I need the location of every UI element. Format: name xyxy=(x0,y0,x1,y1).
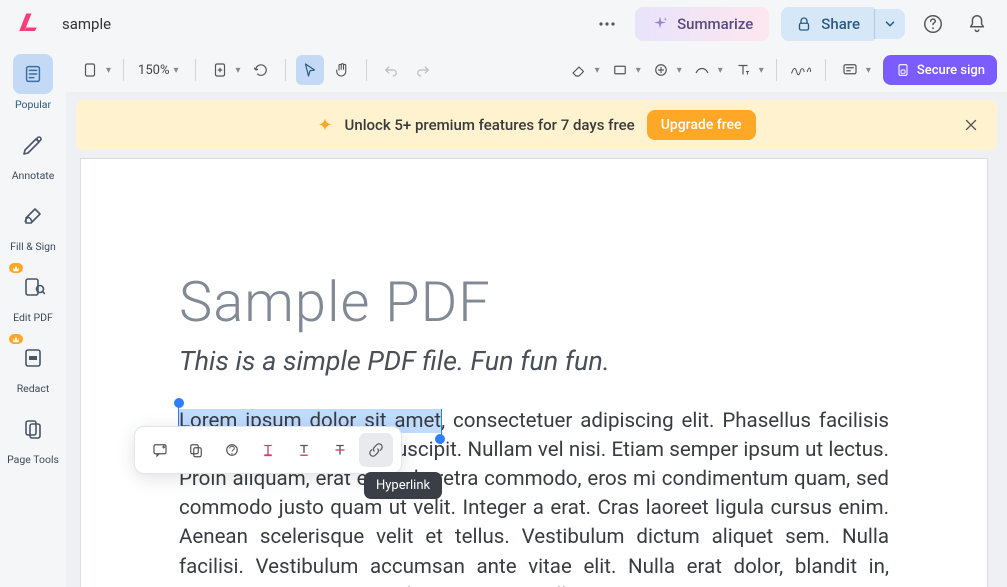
comment-icon[interactable] xyxy=(836,55,864,85)
bell-icon[interactable] xyxy=(961,8,993,40)
zoom-select[interactable]: 150% ▾ xyxy=(134,63,184,78)
comment-icon[interactable] xyxy=(143,433,177,467)
logo-icon[interactable] xyxy=(14,10,42,38)
pan-tool-icon[interactable] xyxy=(328,55,356,85)
page: Sample PDF This is a simple PDF file. Fu… xyxy=(80,158,988,587)
chevron-down-icon[interactable]: ▾ xyxy=(864,65,873,76)
highlight-icon[interactable] xyxy=(251,433,285,467)
popular-icon xyxy=(22,63,44,85)
secure-sign-button[interactable]: Secure sign xyxy=(883,55,997,85)
chevron-down-icon[interactable]: ▾ xyxy=(104,65,113,76)
toolbar: ▾ 150% ▾ ▾ ▾ xyxy=(66,48,1007,92)
new-page-icon[interactable] xyxy=(206,55,234,85)
chevron-down-icon[interactable]: ▾ xyxy=(234,65,243,76)
share-dropdown[interactable] xyxy=(874,9,905,39)
more-menu-icon[interactable] xyxy=(591,8,623,40)
upgrade-button[interactable]: Upgrade free xyxy=(647,110,756,140)
help-icon[interactable] xyxy=(917,8,949,40)
hyperlink-icon[interactable] xyxy=(359,433,393,467)
summarize-label: Summarize xyxy=(677,15,753,33)
sidebar-label: Edit PDF xyxy=(13,311,53,324)
annotate-icon xyxy=(21,133,45,157)
select-tool-icon[interactable] xyxy=(296,55,324,85)
text-icon[interactable] xyxy=(729,55,757,85)
chevron-down-icon[interactable]: ▾ xyxy=(593,65,602,76)
sidebar-label: Page Tools xyxy=(7,453,59,466)
document-title: Sample PDF xyxy=(179,269,889,335)
rotate-icon[interactable] xyxy=(247,55,275,85)
redact-icon xyxy=(21,346,45,370)
share-button[interactable]: Share xyxy=(781,7,874,41)
close-icon[interactable] xyxy=(959,113,983,137)
shape-icon[interactable] xyxy=(606,55,634,85)
sidebar-item-edit-pdf[interactable]: Edit PDF xyxy=(4,267,62,324)
pro-badge xyxy=(9,334,23,344)
draw-icon[interactable] xyxy=(688,55,716,85)
sparkle-icon: ✦ xyxy=(317,115,332,136)
chevron-down-icon[interactable]: ▾ xyxy=(634,65,643,76)
redo-icon[interactable] xyxy=(409,55,437,85)
chevron-down-icon xyxy=(883,17,897,31)
header: sample Summarize Share xyxy=(0,0,1007,48)
document-area[interactable]: Sample PDF This is a simple PDF file. Fu… xyxy=(66,158,1007,587)
sidebar-item-popular[interactable]: Popular xyxy=(4,54,62,111)
sparkle-icon xyxy=(651,15,669,33)
document-name[interactable]: sample xyxy=(62,15,111,33)
strikethrough-icon[interactable] xyxy=(323,433,357,467)
document-lock-icon xyxy=(895,62,911,78)
chevron-down-icon[interactable]: ▾ xyxy=(716,65,725,76)
chevron-down-icon[interactable]: ▾ xyxy=(757,65,766,76)
main: ▾ 150% ▾ ▾ ▾ xyxy=(66,48,1007,587)
sidebar: Popular Annotate Fill & Sign Edit PDF xyxy=(0,48,66,587)
sidebar-item-page-tools[interactable]: Page Tools xyxy=(4,409,62,466)
sidebar-label: Popular xyxy=(15,98,51,111)
signature-icon[interactable] xyxy=(787,55,815,85)
edit-pdf-icon xyxy=(21,275,45,299)
eraser-icon[interactable] xyxy=(565,55,593,85)
document-subtitle: This is a simple PDF file. Fun fun fun. xyxy=(179,345,889,377)
secure-sign-label: Secure sign xyxy=(917,63,985,78)
page-tools-icon xyxy=(21,417,45,441)
sidebar-label: Fill & Sign xyxy=(10,240,56,253)
promo-text: Unlock 5+ premium features for 7 days fr… xyxy=(345,116,635,134)
copy-icon[interactable] xyxy=(179,433,213,467)
page-menu-icon[interactable] xyxy=(76,55,104,85)
context-toolbar xyxy=(134,426,402,474)
chevron-down-icon: ▾ xyxy=(171,65,180,76)
pro-badge xyxy=(9,263,23,273)
sidebar-label: Redact xyxy=(17,382,50,395)
sidebar-item-fill-sign[interactable]: Fill & Sign xyxy=(4,196,62,253)
stamp-icon[interactable] xyxy=(647,55,675,85)
chevron-down-icon[interactable]: ▾ xyxy=(675,65,684,76)
tooltip: Hyperlink xyxy=(364,472,442,499)
promo-bar: ✦ Unlock 5+ premium features for 7 days … xyxy=(76,100,997,150)
undo-icon[interactable] xyxy=(377,55,405,85)
highlight-style-icon[interactable] xyxy=(215,433,249,467)
sidebar-item-annotate[interactable]: Annotate xyxy=(4,125,62,182)
sidebar-label: Annotate xyxy=(12,169,55,182)
summarize-button[interactable]: Summarize xyxy=(635,7,769,41)
sidebar-item-redact[interactable]: Redact xyxy=(4,338,62,395)
lock-icon xyxy=(795,15,813,33)
share-label: Share xyxy=(821,15,860,33)
fill-sign-icon xyxy=(21,204,45,228)
underline-icon[interactable] xyxy=(287,433,321,467)
zoom-value: 150% xyxy=(138,63,169,78)
